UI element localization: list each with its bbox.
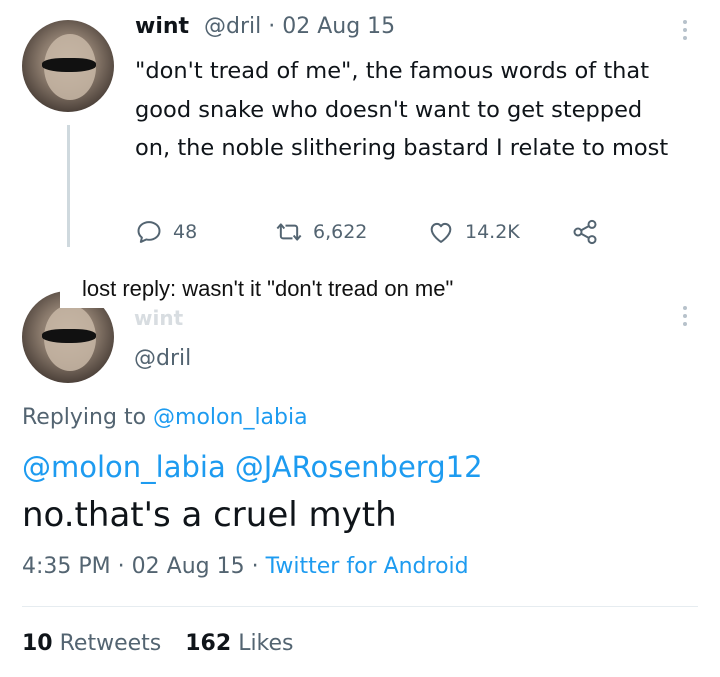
retweets-stat[interactable]: 10 Retweets	[22, 631, 161, 656]
reply-timestamp-row: 4:35 PM · 02 Aug 15 · Twitter for Androi…	[22, 554, 469, 579]
share-action[interactable]	[571, 218, 599, 246]
lost-reply-caption: lost reply: wasn't it "don't tread on me…	[60, 272, 476, 308]
likes-label: Likes	[238, 631, 294, 656]
tweet-handle[interactable]: @dril	[204, 14, 261, 39]
tweet-actions: 48 6,622 14.2K	[135, 218, 615, 252]
avatar-glasses	[42, 58, 96, 72]
tweet-meta: @dril · 02 Aug 15	[204, 14, 395, 39]
likes-count: 162	[185, 631, 232, 656]
replying-prefix: Replying to	[22, 405, 147, 430]
retweet-action[interactable]: 6,622	[275, 218, 367, 246]
more-icon[interactable]	[676, 306, 694, 326]
reply-handle[interactable]: @dril	[134, 346, 191, 371]
replying-to-link[interactable]: @molon_labia	[153, 405, 308, 430]
more-icon[interactable]	[676, 20, 694, 40]
reply-stats: 10 Retweets 162 Likes	[22, 631, 294, 656]
reply-action[interactable]: 48	[135, 218, 197, 246]
meta-separator: ·	[251, 554, 259, 579]
tweet-date[interactable]: 02 Aug 15	[282, 14, 395, 39]
retweets-count: 10	[22, 631, 53, 656]
reply-time[interactable]: 4:35 PM	[22, 554, 111, 579]
thread-line	[67, 125, 70, 247]
retweets-label: Retweets	[59, 631, 162, 656]
reply-source-link[interactable]: Twitter for Android	[266, 554, 469, 579]
avatar-glasses	[42, 329, 96, 343]
like-icon	[430, 222, 452, 243]
avatar-original-tweet[interactable]	[22, 20, 114, 112]
retweet-count: 6,622	[313, 221, 368, 243]
reply-mentions: @molon_labia @JARosenberg12	[22, 450, 483, 484]
tweet-text: "don't tread of me", the famous words of…	[135, 58, 669, 161]
reply-date[interactable]: 02 Aug 15	[132, 554, 245, 579]
meta-separator: ·	[117, 554, 125, 579]
meta-separator: ·	[268, 14, 276, 39]
mention-link[interactable]: @molon_labia	[22, 450, 226, 484]
reply-count: 48	[173, 221, 198, 243]
mention-link[interactable]: @JARosenberg12	[235, 450, 483, 484]
like-count: 14.2K	[465, 221, 520, 243]
reply-icon	[137, 221, 161, 243]
likes-stat[interactable]: 162 Likes	[185, 631, 293, 656]
divider	[22, 606, 698, 607]
reply-display-name[interactable]: wint	[134, 306, 183, 330]
retweet-icon	[276, 223, 302, 241]
reply-text: no.that's a cruel myth	[22, 495, 397, 535]
like-action[interactable]: 14.2K	[427, 218, 520, 246]
tweet-display-name[interactable]: wint	[135, 14, 189, 39]
replying-to: Replying to @molon_labia	[22, 405, 308, 430]
share-icon	[573, 219, 597, 245]
